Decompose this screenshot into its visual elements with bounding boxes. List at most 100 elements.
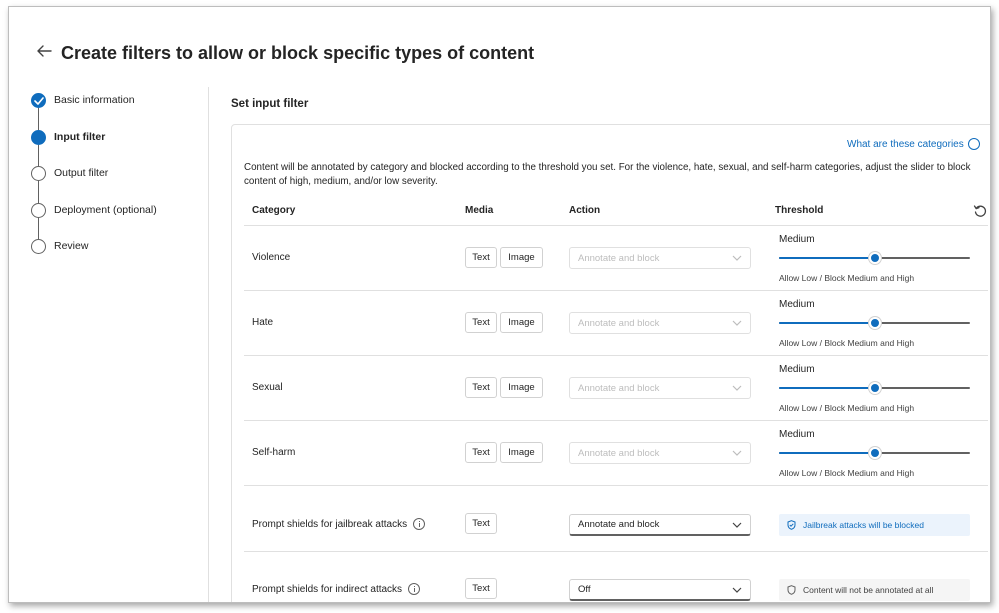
status-text: Jailbreak attacks will be blocked xyxy=(803,520,924,530)
step-current-indicator xyxy=(31,129,46,145)
step-deployment[interactable]: Deployment (optional) xyxy=(31,202,211,240)
step-output-filter[interactable]: Output filter xyxy=(31,166,211,203)
category-name: Prompt shields for indirect attacks xyxy=(252,583,421,595)
step-pending-indicator xyxy=(31,239,46,255)
table-row: Prompt shields for indirect attacks Text… xyxy=(244,551,988,602)
shield-icon xyxy=(787,585,796,595)
action-dropdown[interactable]: Annotate and block xyxy=(569,442,751,464)
step-label: Deployment (optional) xyxy=(54,203,157,216)
chevron-down-icon xyxy=(732,320,742,326)
category-name: Prompt shields for jailbreak attacks xyxy=(252,518,426,530)
status-message: Content will not be annotated at all xyxy=(779,579,970,601)
threshold-slider[interactable] xyxy=(779,252,970,264)
column-header-media: Media xyxy=(465,205,494,216)
info-icon[interactable] xyxy=(408,583,421,595)
threshold-level: Medium xyxy=(779,234,815,245)
media-image-chip[interactable]: Image xyxy=(500,312,543,333)
action-dropdown[interactable]: Off xyxy=(569,579,751,601)
action-dropdown[interactable]: Annotate and block xyxy=(569,312,751,334)
threshold-level: Medium xyxy=(779,299,815,310)
table-row: Sexual Text Image Annotate and block Med… xyxy=(244,355,988,420)
step-review[interactable]: Review xyxy=(31,239,211,276)
table-row: Violence Text Image Annotate and block M… xyxy=(244,225,988,290)
category-name: Sexual xyxy=(252,382,283,393)
threshold-description: Allow Low / Block Medium and High xyxy=(779,338,915,348)
threshold-slider[interactable] xyxy=(779,447,970,459)
media-text-chip[interactable]: Text xyxy=(465,247,497,268)
category-name: Violence xyxy=(252,252,291,263)
category-name: Self-harm xyxy=(252,447,296,458)
action-dropdown[interactable]: Annotate and block xyxy=(569,514,751,536)
table-row: Hate Text Image Annotate and block Mediu… xyxy=(244,290,988,355)
action-value: Annotate and block xyxy=(578,317,660,329)
chevron-down-icon xyxy=(732,522,742,528)
chevron-down-icon xyxy=(732,385,742,391)
category-label: Prompt shields for jailbreak attacks xyxy=(252,518,408,530)
media-text-chip[interactable]: Text xyxy=(465,578,497,599)
step-input-filter[interactable]: Input filter xyxy=(31,129,211,167)
slider-thumb[interactable] xyxy=(868,317,881,329)
info-icon[interactable] xyxy=(413,518,426,530)
column-header-threshold: Threshold xyxy=(775,205,824,216)
step-pending-indicator xyxy=(31,202,46,218)
chevron-down-icon xyxy=(732,450,742,456)
arrow-left-icon[interactable] xyxy=(35,43,53,59)
step-label: Review xyxy=(54,240,89,253)
section-title: Set input filter xyxy=(231,98,309,110)
category-name: Hate xyxy=(252,317,274,328)
table-header: Category Media Action Threshold xyxy=(244,205,988,221)
media-text-chip[interactable]: Text xyxy=(465,513,497,534)
column-header-action: Action xyxy=(569,205,601,216)
wizard-steps: Basic information Input filter Output fi… xyxy=(31,93,211,276)
action-dropdown[interactable]: Annotate and block xyxy=(569,247,751,269)
step-connector xyxy=(38,144,39,167)
slider-thumb[interactable] xyxy=(868,252,881,264)
info-icon[interactable] xyxy=(968,138,980,150)
media-text-chip[interactable]: Text xyxy=(465,312,497,333)
status-text: Content will not be annotated at all xyxy=(803,585,934,595)
media-text-chip[interactable]: Text xyxy=(465,442,497,463)
step-connector xyxy=(38,181,39,203)
step-basic-information[interactable]: Basic information xyxy=(31,93,211,130)
threshold-description: Allow Low / Block Medium and High xyxy=(779,468,915,478)
slider-thumb[interactable] xyxy=(868,382,881,394)
step-complete-indicator xyxy=(31,93,46,108)
step-connector xyxy=(38,217,39,240)
app-window: Create filters to allow or block specifi… xyxy=(8,6,991,603)
table-row: Prompt shields for jailbreak attacks Tex… xyxy=(244,485,988,551)
media-text-chip[interactable]: Text xyxy=(465,377,497,398)
column-header-category: Category xyxy=(252,205,296,216)
page-title: Create filters to allow or block specifi… xyxy=(61,43,535,63)
threshold-description: Allow Low / Block Medium and High xyxy=(779,273,915,283)
action-value: Annotate and block xyxy=(578,252,660,264)
slider-thumb[interactable] xyxy=(868,447,881,459)
sidebar-divider xyxy=(208,87,209,602)
slider-fill xyxy=(779,257,875,259)
media-image-chip[interactable]: Image xyxy=(500,247,543,268)
reset-icon[interactable] xyxy=(973,204,987,218)
table-row: Self-harm Text Image Annotate and block … xyxy=(244,420,988,485)
action-value: Off xyxy=(578,584,591,595)
slider-fill xyxy=(779,452,875,454)
action-value: Annotate and block xyxy=(578,382,660,394)
checkmark-icon xyxy=(34,97,44,105)
threshold-slider[interactable] xyxy=(779,317,970,329)
threshold-description: Allow Low / Block Medium and High xyxy=(779,403,915,413)
media-image-chip[interactable]: Image xyxy=(500,442,543,463)
shield-icon xyxy=(787,520,796,530)
threshold-level: Medium xyxy=(779,429,815,440)
category-label: Prompt shields for indirect attacks xyxy=(252,583,403,595)
media-image-chip[interactable]: Image xyxy=(500,377,543,398)
action-dropdown[interactable]: Annotate and block xyxy=(569,377,751,399)
slider-fill xyxy=(779,322,875,324)
threshold-level: Medium xyxy=(779,364,815,375)
step-label: Basic information xyxy=(54,94,135,106)
step-connector xyxy=(38,108,39,130)
status-message: Jailbreak attacks will be blocked xyxy=(779,514,970,536)
filter-description: Content will be annotated by category an… xyxy=(244,162,971,187)
threshold-slider[interactable] xyxy=(779,382,970,394)
categories-help-link[interactable]: What are these categories xyxy=(847,139,964,150)
step-pending-indicator xyxy=(31,166,46,182)
chevron-down-icon xyxy=(732,255,742,261)
step-label: Input filter xyxy=(54,130,106,143)
